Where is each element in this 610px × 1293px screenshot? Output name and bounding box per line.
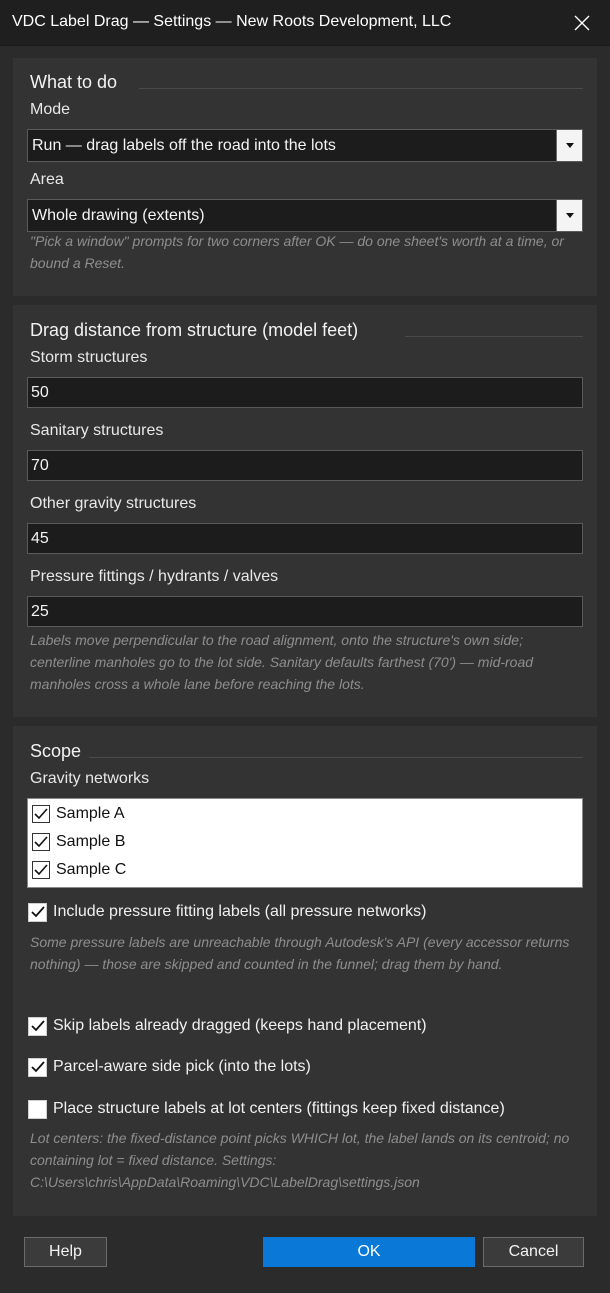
parcel-aware-checkbox[interactable] — [28, 1057, 47, 1077]
checkmark-icon — [30, 1020, 45, 1032]
group-divider — [405, 336, 583, 337]
area-select[interactable]: Whole drawing (extents) — [27, 199, 583, 232]
gravity-networks-list[interactable]: Sample A Sample B Sample C — [27, 798, 583, 888]
checkmark-icon — [30, 1061, 45, 1073]
drag-distance-title: Drag distance from structure (model feet… — [30, 320, 359, 340]
scope-title: Scope — [30, 741, 82, 761]
other-gravity-distance-value: 45 — [31, 530, 49, 547]
network-item[interactable]: Sample B — [32, 830, 125, 854]
title-bar: VDC Label Drag — Settings — New Roots De… — [0, 0, 610, 46]
network-label: Sample A — [56, 805, 125, 822]
group-divider — [139, 88, 583, 89]
network-item[interactable]: Sample A — [32, 802, 124, 826]
area-dropdown-button[interactable] — [556, 200, 582, 231]
network-label: Sample C — [56, 861, 127, 878]
scope-group: Scope Gravity networks Sample A Sample B… — [13, 726, 597, 1216]
pressure-hint: Some pressure labels are unreachable thr… — [30, 934, 570, 972]
lot-centers-hint: Lot centers: the fixed-distance point pi… — [30, 1130, 570, 1190]
checkmark-icon — [34, 808, 48, 820]
include-pressure-label: Include pressure fitting labels (all pre… — [53, 903, 427, 920]
checkmark-icon — [34, 836, 48, 848]
group-divider — [89, 757, 583, 758]
sanitary-distance-input[interactable]: 70 — [27, 450, 583, 481]
skip-dragged-label: Skip labels already dragged (keeps hand … — [53, 1017, 427, 1034]
help-button[interactable]: Help — [24, 1237, 107, 1267]
storm-label: Storm structures — [30, 349, 148, 366]
area-hint: "Pick a window" prompts for two corners … — [30, 233, 564, 271]
network-checkbox[interactable] — [32, 861, 50, 879]
chevron-down-icon — [565, 143, 574, 148]
network-checkbox[interactable] — [32, 833, 50, 851]
close-icon — [574, 15, 590, 31]
pressure-distance-input[interactable]: 25 — [27, 596, 583, 627]
include-pressure-option[interactable]: Include pressure fitting labels (all pre… — [28, 900, 427, 924]
lot-centers-option[interactable]: Place structure labels at lot centers (f… — [28, 1097, 505, 1121]
skip-dragged-checkbox[interactable] — [28, 1016, 47, 1036]
mode-value: Run — drag labels off the road into the … — [32, 137, 336, 154]
window-title: VDC Label Drag — Settings — New Roots De… — [12, 13, 452, 30]
lot-centers-label: Place structure labels at lot centers (f… — [53, 1100, 505, 1117]
area-value: Whole drawing (extents) — [32, 207, 205, 224]
mode-dropdown-button[interactable] — [556, 130, 582, 161]
parcel-aware-option[interactable]: Parcel-aware side pick (into the lots) — [28, 1055, 311, 1079]
mode-label: Mode — [30, 101, 71, 118]
what-to-do-group: What to do Mode Run — drag labels off th… — [13, 58, 597, 296]
drag-distance-hint: Labels move perpendicular to the road al… — [30, 632, 534, 692]
storm-distance-input[interactable]: 50 — [27, 377, 583, 408]
storm-distance-value: 50 — [31, 384, 49, 401]
network-item[interactable]: Sample C — [32, 858, 126, 882]
drag-distance-group: Drag distance from structure (model feet… — [13, 305, 597, 717]
ok-button[interactable]: OK — [263, 1237, 475, 1267]
checkmark-icon — [30, 906, 45, 918]
close-button[interactable] — [554, 0, 610, 46]
what-to-do-title: What to do — [30, 72, 118, 92]
other-gravity-label: Other gravity structures — [30, 495, 197, 512]
lot-centers-checkbox[interactable] — [28, 1099, 47, 1119]
sanitary-distance-value: 70 — [31, 457, 49, 474]
area-label: Area — [30, 171, 64, 188]
skip-dragged-option[interactable]: Skip labels already dragged (keeps hand … — [28, 1014, 427, 1038]
chevron-down-icon — [565, 213, 574, 218]
other-gravity-distance-input[interactable]: 45 — [27, 523, 583, 554]
include-pressure-checkbox[interactable] — [28, 902, 47, 922]
pressure-distance-value: 25 — [31, 603, 49, 620]
gravity-networks-label: Gravity networks — [30, 770, 150, 787]
network-checkbox[interactable] — [32, 805, 50, 823]
sanitary-label: Sanitary structures — [30, 422, 164, 439]
network-label: Sample B — [56, 833, 126, 850]
cancel-button[interactable]: Cancel — [483, 1237, 584, 1267]
mode-select[interactable]: Run — drag labels off the road into the … — [27, 129, 583, 162]
checkmark-icon — [34, 864, 48, 876]
pressure-label: Pressure fittings / hydrants / valves — [30, 568, 279, 585]
parcel-aware-label: Parcel-aware side pick (into the lots) — [53, 1058, 311, 1075]
